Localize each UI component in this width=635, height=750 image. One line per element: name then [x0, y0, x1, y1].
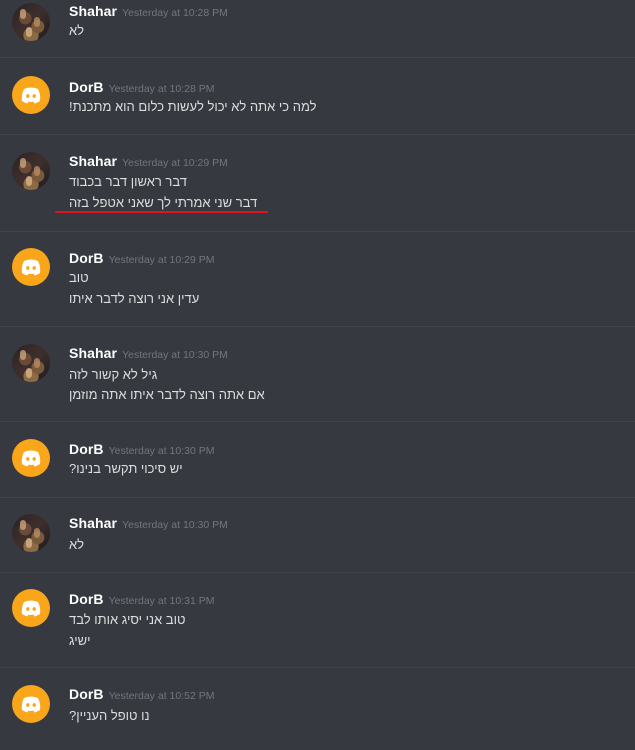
message-text: ?נו טופל העניין	[69, 708, 150, 723]
timestamp: Yesterday at 10:31 PM	[108, 595, 215, 607]
timestamp: Yesterday at 10:29 PM	[108, 254, 215, 266]
message-divider	[0, 667, 635, 668]
message-text: עדין אני רוצה לדבר איתו	[69, 291, 200, 306]
user-avatar[interactable]	[12, 344, 50, 382]
message-header: Shahar Yesterday at 10:29 PM	[69, 153, 228, 171]
message-header: Shahar Yesterday at 10:30 PM	[69, 345, 228, 363]
user-avatar[interactable]	[12, 152, 50, 190]
user-avatar[interactable]	[12, 514, 50, 552]
timestamp: Yesterday at 10:29 PM	[122, 157, 228, 169]
message-text: טוב אני יסיג אותו לבד	[69, 612, 186, 627]
message-header: DorB Yesterday at 10:29 PM	[69, 250, 214, 268]
discord-logo-icon	[21, 87, 41, 104]
discord-logo-icon	[21, 600, 41, 617]
message-header: DorB Yesterday at 10:28 PM	[69, 79, 214, 97]
message-text: ישיג	[69, 633, 91, 648]
message-text: לא	[69, 23, 85, 38]
message-text: !למה כי אתה לא יכול לעשות כלום הוא מתכנת	[69, 99, 317, 114]
highlight-underline	[55, 211, 268, 213]
message-text: ?יש סיכוי תקשר בנינו	[69, 461, 183, 476]
user-avatar[interactable]	[12, 685, 50, 723]
message-header: DorB Yesterday at 10:30 PM	[69, 441, 214, 459]
discord-logo-icon	[21, 259, 41, 276]
message-divider	[0, 497, 635, 498]
username[interactable]: Shahar	[69, 515, 117, 531]
username[interactable]: Shahar	[69, 3, 117, 19]
username[interactable]: DorB	[69, 441, 104, 457]
user-avatar[interactable]	[12, 3, 50, 41]
message-header: Shahar Yesterday at 10:28 PM	[69, 3, 228, 21]
username[interactable]: Shahar	[69, 153, 117, 169]
discord-logo-icon	[21, 696, 41, 713]
message-divider	[0, 572, 635, 573]
message-text: טוב	[69, 270, 89, 285]
message-divider	[0, 134, 635, 135]
message-header: DorB Yesterday at 10:31 PM	[69, 591, 214, 609]
discord-logo-icon	[21, 450, 41, 467]
timestamp: Yesterday at 10:30 PM	[122, 349, 228, 361]
message-text: דבר ראשון דבר בכבוד	[69, 174, 187, 189]
timestamp: Yesterday at 10:30 PM	[122, 519, 228, 531]
user-avatar[interactable]	[12, 439, 50, 477]
message-divider	[0, 326, 635, 327]
message-text: לא	[69, 537, 85, 552]
username[interactable]: DorB	[69, 591, 104, 607]
message-header: Shahar Yesterday at 10:30 PM	[69, 515, 228, 533]
timestamp: Yesterday at 10:28 PM	[108, 83, 215, 95]
username[interactable]: DorB	[69, 250, 104, 266]
timestamp: Yesterday at 10:30 PM	[108, 445, 215, 457]
message-text: אם אתה רוצה לדבר איתו אתה מוזמן	[69, 387, 265, 402]
timestamp: Yesterday at 10:52 PM	[108, 690, 215, 702]
user-avatar[interactable]	[12, 589, 50, 627]
username[interactable]: Shahar	[69, 345, 117, 361]
chat-message-list: Shahar Yesterday at 10:28 PM לא DorB Yeste…	[0, 0, 635, 750]
message-text: דבר שני אמרתי לך שאני אטפל בזה	[69, 195, 258, 210]
message-divider	[0, 231, 635, 232]
message-divider	[0, 421, 635, 422]
username[interactable]: DorB	[69, 79, 104, 95]
message-divider	[0, 57, 635, 58]
user-avatar[interactable]	[12, 248, 50, 286]
message-text: גיל לא קשור לזה	[69, 367, 158, 382]
message-header: DorB Yesterday at 10:52 PM	[69, 686, 214, 704]
username[interactable]: DorB	[69, 686, 104, 702]
user-avatar[interactable]	[12, 76, 50, 114]
timestamp: Yesterday at 10:28 PM	[122, 7, 228, 19]
